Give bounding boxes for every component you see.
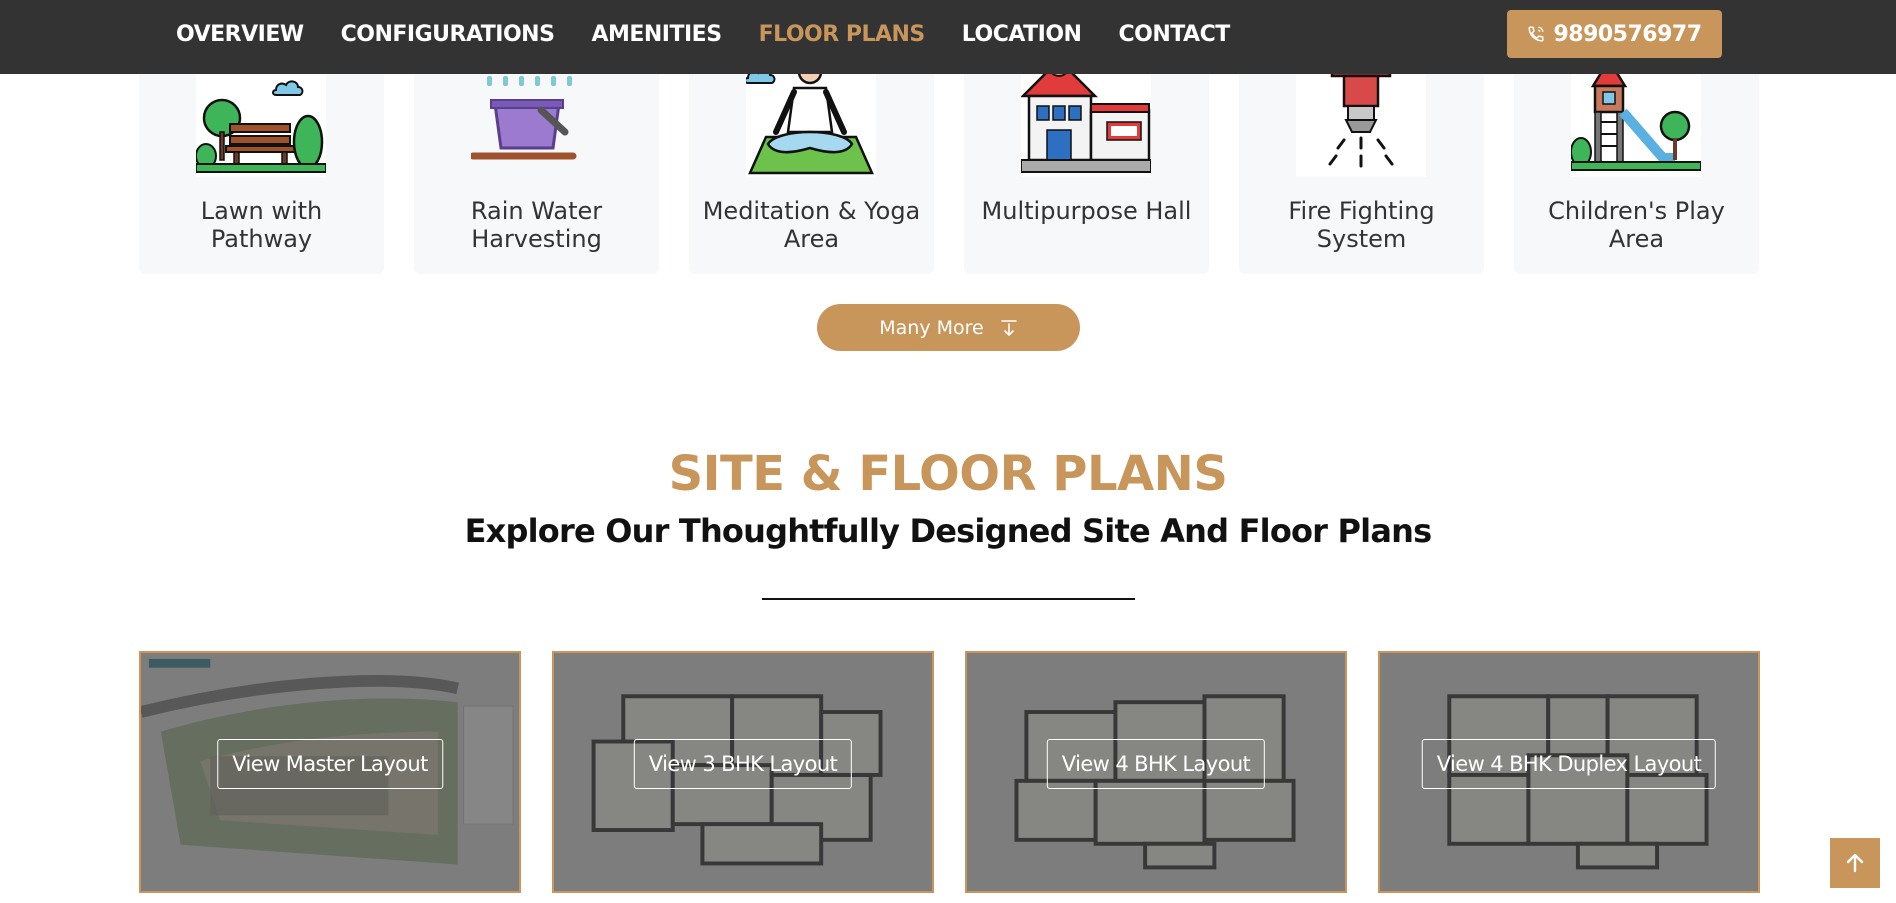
arrow-up-icon	[1846, 853, 1864, 873]
view-3bhk-layout-button[interactable]: View 3 BHK Layout	[633, 739, 853, 789]
section-subtitle: Explore Our Thoughtfully Designed Site A…	[464, 512, 1433, 550]
amenity-card: Meditation & Yoga Area	[689, 52, 934, 274]
amenities-grid: Lawn with Pathway Rain Water Harvesting …	[139, 52, 1759, 274]
amenity-card: Children's Play Area	[1514, 52, 1759, 274]
amenity-label: Fire Fighting System	[1288, 197, 1435, 253]
nav-menu: OVERVIEW CONFIGURATIONS AMENITIES FLOOR …	[176, 0, 1230, 68]
nav-item-floor-plans[interactable]: FLOOR PLANS	[759, 22, 926, 47]
plans-grid: View Master Layout View 3 BHK Layout Vie…	[139, 651, 1760, 893]
nav-item-location[interactable]: LOCATION	[962, 22, 1082, 47]
nav-item-amenities[interactable]: AMENITIES	[591, 22, 722, 47]
view-master-layout-button[interactable]: View Master Layout	[217, 739, 443, 789]
phone-icon	[1528, 26, 1544, 42]
many-more-button[interactable]: Many More	[817, 304, 1080, 351]
section-divider	[762, 598, 1135, 600]
phone-number: 9890576977	[1553, 21, 1702, 47]
phone-call-button[interactable]: 9890576977	[1507, 10, 1722, 58]
amenity-label: Rain Water Harvesting	[470, 197, 603, 253]
many-more-label: Many More	[879, 316, 984, 339]
nav-item-overview[interactable]: OVERVIEW	[176, 22, 304, 47]
amenity-card: Rain Water Harvesting	[414, 52, 659, 274]
nav-item-contact[interactable]: CONTACT	[1118, 22, 1230, 47]
plan-card-3bhk[interactable]: View 3 BHK Layout	[552, 651, 934, 893]
amenity-card: Lawn with Pathway	[139, 52, 384, 274]
amenity-label: Children's Play Area	[1548, 197, 1725, 253]
view-4bhk-duplex-layout-button[interactable]: View 4 BHK Duplex Layout	[1421, 739, 1717, 789]
amenity-card: Multipurpose Hall	[964, 52, 1209, 274]
amenity-label: Lawn with Pathway	[200, 197, 323, 253]
amenity-label: Multipurpose Hall	[981, 197, 1192, 225]
amenity-label: Meditation & Yoga Area	[702, 197, 921, 253]
arrow-down-icon	[1000, 319, 1017, 336]
plan-card-4bhk[interactable]: View 4 BHK Layout	[965, 651, 1347, 893]
section-title: SITE & FLOOR PLANS	[668, 446, 1228, 502]
plan-card-4bhk-duplex[interactable]: View 4 BHK Duplex Layout	[1378, 651, 1760, 893]
amenity-card: Fire Fighting System	[1239, 52, 1484, 274]
view-4bhk-layout-button[interactable]: View 4 BHK Layout	[1046, 739, 1266, 789]
nav-item-configurations[interactable]: CONFIGURATIONS	[341, 22, 555, 47]
top-navbar: OVERVIEW CONFIGURATIONS AMENITIES FLOOR …	[0, 0, 1896, 74]
plan-card-master[interactable]: View Master Layout	[139, 651, 521, 893]
scroll-to-top-button[interactable]	[1830, 838, 1880, 888]
